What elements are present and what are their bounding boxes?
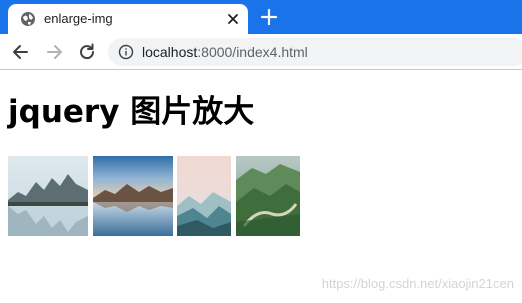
sunset-lake-mountains-image — [93, 156, 173, 236]
close-icon[interactable] — [224, 10, 242, 28]
reload-icon[interactable] — [77, 42, 97, 62]
thumbnail-image[interactable] — [236, 156, 300, 236]
page-title: jquery 图片放大 — [8, 94, 255, 130]
forward-arrow-icon[interactable] — [44, 42, 64, 62]
mountain-lake-reflection-image — [8, 156, 88, 236]
plus-icon[interactable] — [258, 6, 280, 28]
thumbnail-image[interactable] — [93, 156, 173, 236]
misty-mountain-valley-image — [177, 156, 231, 236]
tab-strip: enlarge-img — [0, 0, 522, 34]
browser-tab[interactable]: enlarge-img — [8, 4, 248, 34]
page-content: jquery 图片放大 — [0, 70, 522, 303]
tab-title: enlarge-img — [44, 11, 113, 26]
url-text[interactable]: localhost:8000/index4.html — [142, 44, 308, 60]
url-host: localhost — [142, 44, 198, 60]
info-icon[interactable] — [118, 44, 134, 60]
address-bar[interactable]: localhost:8000/index4.html — [108, 38, 522, 66]
green-mountain-road-image — [236, 156, 300, 236]
url-path: :8000/index4.html — [197, 44, 308, 60]
back-arrow-icon[interactable] — [11, 42, 31, 62]
browser-toolbar: localhost:8000/index4.html — [0, 34, 522, 70]
watermark-text: https://blog.csdn.net/xiaojin21cen — [321, 276, 514, 291]
thumbnail-image[interactable] — [8, 156, 88, 236]
globe-icon — [21, 12, 35, 26]
